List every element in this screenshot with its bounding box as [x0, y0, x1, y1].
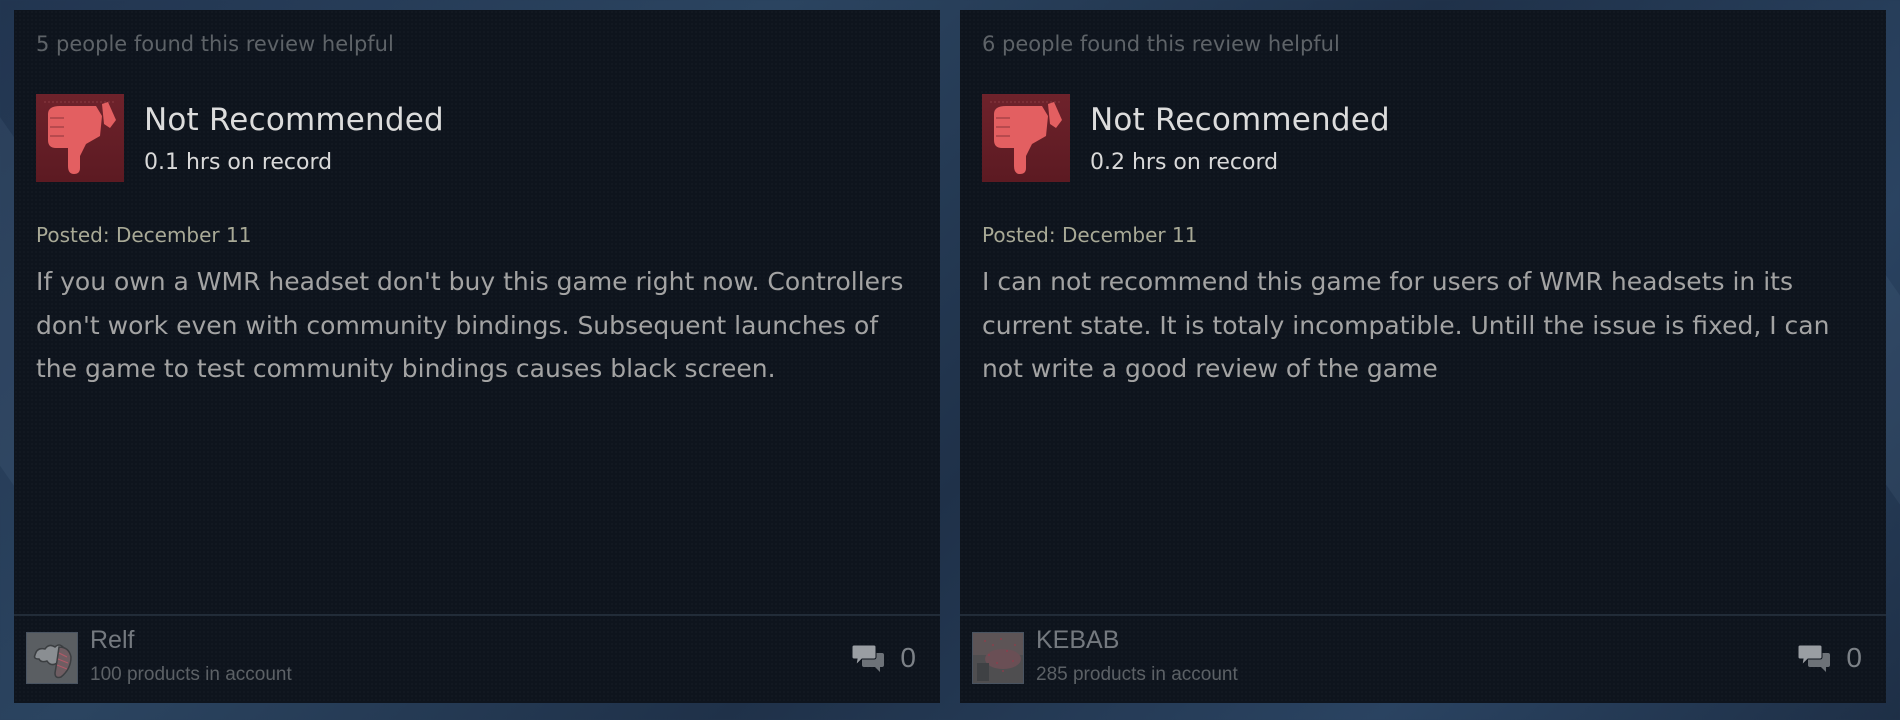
hours-on-record: 0.1 hrs on record — [144, 150, 333, 175]
posted-date: Posted: December 11 — [982, 223, 1198, 247]
thumbs-down-icon[interactable] — [36, 94, 124, 182]
helpful-count: 5 people found this review helpful — [36, 32, 394, 56]
author-products: 100 products in account — [90, 664, 292, 685]
recommendation-title[interactable]: Not Recommended — [144, 102, 444, 138]
comments-button[interactable]: 0 — [1798, 642, 1862, 674]
comment-count: 0 — [900, 642, 916, 673]
avatar[interactable] — [26, 632, 78, 684]
review-card: 6 people found this review helpful Not R… — [960, 10, 1886, 703]
thumbs-down-icon[interactable] — [982, 94, 1070, 182]
author-name[interactable]: Relf — [90, 626, 134, 655]
comment-count: 0 — [1846, 642, 1862, 673]
comment-icon — [852, 644, 885, 672]
review-body: If you own a WMR headset don't buy this … — [36, 267, 904, 383]
comment-icon — [1798, 644, 1831, 672]
helpful-count: 6 people found this review helpful — [982, 32, 1340, 56]
comments-button[interactable]: 0 — [852, 642, 916, 674]
review-card: 5 people found this review helpful Not R… — [14, 10, 940, 703]
footer-divider — [960, 614, 1886, 616]
hours-on-record: 0.2 hrs on record — [1090, 150, 1279, 175]
author-products: 285 products in account — [1036, 664, 1238, 685]
avatar[interactable] — [972, 632, 1024, 684]
review-body: I can not recommend this game for users … — [982, 267, 1830, 383]
author-name[interactable]: KEBAB — [1036, 626, 1119, 655]
footer-divider — [14, 614, 940, 616]
recommendation-title[interactable]: Not Recommended — [1090, 102, 1390, 138]
posted-date: Posted: December 11 — [36, 223, 252, 247]
